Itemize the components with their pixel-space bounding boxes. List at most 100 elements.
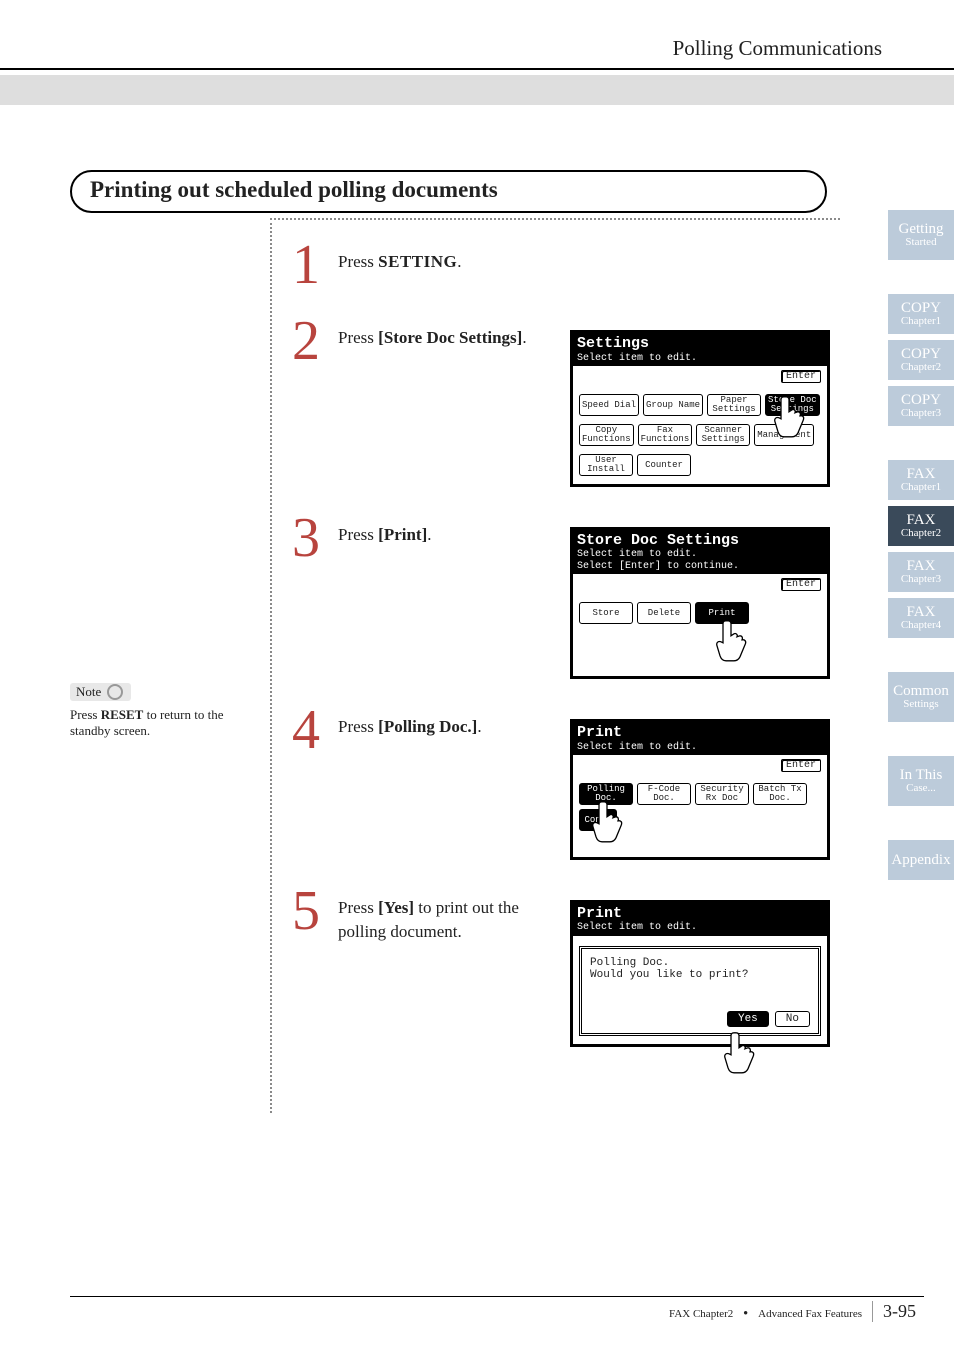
step-3: 3 Press [Print]. Store Doc Settings Sele…: [288, 513, 840, 679]
chapter-tab-title: COPY: [901, 393, 941, 408]
chapter-tab-subtitle: Chapter1: [901, 482, 941, 493]
btn-store[interactable]: Store: [579, 602, 633, 624]
chapter-tab-subtitle: Chapter4: [901, 620, 941, 631]
note-icon: [107, 684, 123, 700]
lcd-enter-button[interactable]: Enter: [781, 578, 821, 591]
pointer-hand-icon: [713, 619, 753, 671]
lcd-enter-button[interactable]: Enter: [781, 759, 821, 772]
step-1-number: 1: [288, 240, 324, 290]
btn-store-doc-settings[interactable]: Store DocSettings: [765, 394, 820, 416]
btn-speed-dial[interactable]: Speed Dial: [579, 394, 639, 416]
breadcrumb: Polling Communications: [673, 36, 882, 61]
chapter-tab[interactable]: FAXChapter3: [888, 552, 954, 592]
chapter-tab-title: COPY: [901, 347, 941, 362]
lcd-print-sub: Select item to edit.: [577, 742, 823, 754]
chapter-tab-subtitle: Settings: [903, 699, 938, 710]
chapter-tab-subtitle: Started: [905, 237, 936, 248]
lcd-store-doc: Store Doc Settings Select item to edit. …: [570, 527, 830, 679]
btn-management[interactable]: Management: [754, 424, 814, 446]
footer-section: Advanced Fax Features: [758, 1308, 862, 1320]
chapter-tab[interactable]: FAXChapter2: [888, 506, 954, 546]
btn-counter[interactable]: Counter: [637, 454, 691, 476]
section-heading-wrap: Printing out scheduled polling documents: [70, 170, 820, 213]
chapter-tab-subtitle: Chapter3: [901, 574, 941, 585]
chapter-tab-title: FAX: [907, 467, 936, 482]
chapter-tab-subtitle: Chapter2: [901, 528, 941, 539]
step-4: 4 Press [Polling Doc.]. Print Select ite…: [288, 705, 840, 860]
chapter-tab-subtitle: Chapter2: [901, 362, 941, 373]
confirm-dialog: Polling Doc. Would you like to print? Ye…: [579, 946, 821, 1036]
btn-paper-settings[interactable]: PaperSettings: [707, 394, 761, 416]
note-label: Note: [76, 684, 101, 700]
chapter-tab[interactable]: CommonSettings: [888, 672, 954, 722]
chapter-tab-title: Appendix: [891, 853, 950, 868]
chapter-tab[interactable]: COPYChapter1: [888, 294, 954, 334]
step-5-number: 5: [288, 886, 324, 936]
btn-yes[interactable]: Yes: [727, 1011, 769, 1027]
lcd-settings-sub: Select item to edit.: [577, 353, 823, 365]
note-body: Press RESET to return to the standby scr…: [70, 707, 250, 739]
page-footer: FAX Chapter2 ● Advanced Fax Features 3-9…: [0, 1296, 954, 1320]
steps-column: 1 Press SETTING. 2 Press [Store Doc Sett…: [270, 218, 840, 1113]
lcd-store-doc-sub2: Select [Enter] to continue.: [577, 561, 823, 573]
step-3-number: 3: [288, 513, 324, 563]
page-number: 3-95: [872, 1301, 916, 1322]
btn-group-name[interactable]: Group Name: [643, 394, 703, 416]
bullet-icon: ●: [743, 1308, 748, 1317]
lcd-confirm-title: Print: [577, 905, 823, 922]
chapter-tab-subtitle: Chapter1: [901, 316, 941, 327]
lcd-settings: Settings Select item to edit. Enter Spee…: [570, 330, 830, 487]
footer-rule: [70, 1296, 924, 1297]
btn-polling-doc[interactable]: PollingDoc.: [579, 783, 633, 805]
step-2-text: Press [Store Doc Settings].: [338, 326, 556, 350]
pointer-hand-icon: [721, 1031, 761, 1083]
chapter-tab[interactable]: Appendix: [888, 840, 954, 880]
btn-batch-tx[interactable]: Batch TxDoc.: [753, 783, 807, 805]
btn-no[interactable]: No: [775, 1011, 810, 1027]
chapter-tab-subtitle: Chapter3: [901, 408, 941, 419]
step-2: 2 Press [Store Doc Settings]. Settings S…: [288, 316, 840, 487]
btn-cont[interactable]: Cont.: [579, 809, 617, 831]
chapter-tab[interactable]: COPYChapter3: [888, 386, 954, 426]
lcd-confirm-sub: Select item to edit.: [577, 922, 823, 934]
btn-print[interactable]: Print: [695, 602, 749, 624]
footer-chapter: FAX Chapter2: [669, 1308, 733, 1320]
chapter-tab[interactable]: FAXChapter1: [888, 460, 954, 500]
btn-fcode-doc[interactable]: F-CodeDoc.: [637, 783, 691, 805]
btn-copy-functions[interactable]: CopyFunctions: [579, 424, 634, 446]
chapter-tab-title: In This: [900, 768, 943, 783]
btn-scanner-settings[interactable]: ScannerSettings: [696, 424, 750, 446]
header-band: [0, 75, 954, 105]
step-5-text: Press [Yes] to print out the polling doc…: [338, 896, 556, 944]
note-badge: Note: [70, 683, 131, 701]
section-heading: Printing out scheduled polling documents: [70, 170, 827, 213]
lcd-store-doc-title: Store Doc Settings: [577, 532, 823, 549]
chapter-tab-title: FAX: [907, 605, 936, 620]
chapter-tab[interactable]: GettingStarted: [888, 210, 954, 260]
step-5: 5 Press [Yes] to print out the polling d…: [288, 886, 840, 1047]
chapter-tab[interactable]: FAXChapter4: [888, 598, 954, 638]
lcd-settings-title: Settings: [577, 335, 823, 352]
lcd-print-title: Print: [577, 724, 823, 741]
header-rule: [0, 68, 954, 70]
step-4-text: Press [Polling Doc.].: [338, 715, 556, 739]
btn-user-install[interactable]: UserInstall: [579, 454, 633, 476]
lcd-store-doc-sub1: Select item to edit.: [577, 549, 823, 561]
btn-delete[interactable]: Delete: [637, 602, 691, 624]
chapter-tab-title: COPY: [901, 301, 941, 316]
chapter-tab-title: FAX: [907, 513, 936, 528]
btn-security-rx[interactable]: SecurityRx Doc: [695, 783, 749, 805]
chapter-tab-title: Common: [893, 684, 949, 699]
step-3-text: Press [Print].: [338, 523, 556, 547]
btn-fax-functions[interactable]: FaxFunctions: [638, 424, 693, 446]
lcd-print: Print Select item to edit. Enter Polling…: [570, 719, 830, 860]
step-1-text: Press SETTING.: [338, 250, 840, 274]
step-4-number: 4: [288, 705, 324, 755]
chapter-tab-title: Getting: [899, 222, 944, 237]
confirm-line2: Would you like to print?: [590, 969, 810, 981]
chapter-tab[interactable]: COPYChapter2: [888, 340, 954, 380]
lcd-enter-button[interactable]: Enter: [781, 370, 821, 383]
chapter-tab-subtitle: Case...: [906, 783, 936, 794]
confirm-line1: Polling Doc.: [590, 957, 810, 969]
chapter-tab[interactable]: In ThisCase...: [888, 756, 954, 806]
